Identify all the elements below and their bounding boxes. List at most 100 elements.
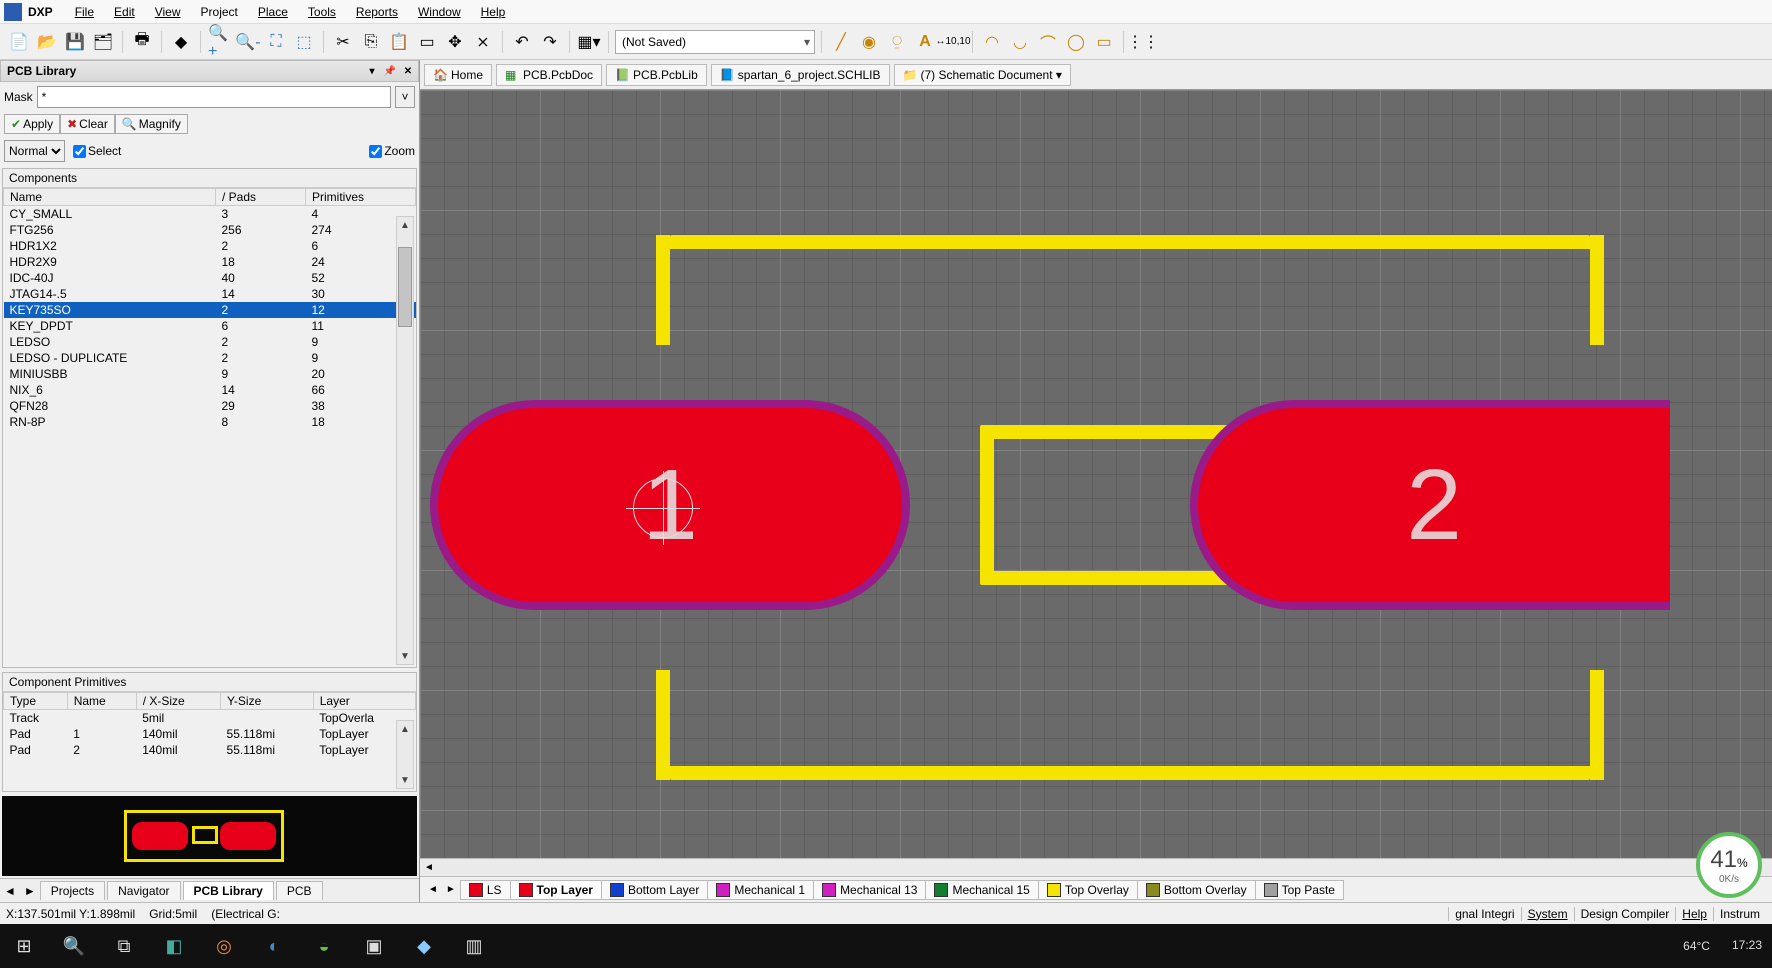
zoom-in-icon[interactable]: 🔍+ — [207, 29, 233, 55]
search-icon[interactable]: 🔍 — [60, 932, 88, 960]
taskbar-temperature[interactable]: 64°C — [1683, 939, 1710, 953]
place-dimension-icon[interactable]: ↔10,10 — [940, 29, 966, 55]
pad-1[interactable]: 1 — [430, 400, 910, 610]
layer-nav-left-icon[interactable]: ◄ — [424, 884, 442, 895]
mode-select[interactable]: Normal — [4, 140, 65, 162]
taskbar-app-1-icon[interactable]: ◧ — [160, 932, 188, 960]
table-row[interactable]: LEDSO - DUPLICATE29 — [4, 350, 416, 366]
cut-icon[interactable]: ✂ — [330, 29, 356, 55]
layer-tab[interactable]: Mechanical 15 — [925, 880, 1038, 900]
tab-home[interactable]: 🏠Home — [424, 64, 492, 86]
table-row[interactable]: Pad2140mil55.118miTopLayer — [4, 742, 416, 758]
network-speed-badge[interactable]: 41% 0K/s — [1696, 832, 1762, 898]
layer-tab[interactable]: LS — [460, 880, 511, 900]
status-help[interactable]: Help — [1675, 907, 1713, 921]
menu-reports[interactable]: Reports — [346, 3, 408, 21]
layer-tab[interactable]: Top Overlay — [1038, 880, 1138, 900]
mask-dropdown-icon[interactable]: ˅ — [395, 86, 415, 108]
table-row[interactable]: FTG256256274 — [4, 222, 416, 238]
status-instruments[interactable]: Instrum — [1713, 907, 1766, 921]
tab-schematic-docs[interactable]: 📁(7) Schematic Document ▾ — [894, 64, 1071, 86]
place-line-icon[interactable]: ╱ — [828, 29, 854, 55]
redo-icon[interactable]: ↷ — [537, 29, 563, 55]
table-row[interactable]: Track5milTopOverla — [4, 710, 416, 727]
components-table[interactable]: Name / Pads Primitives CY_SMALL34FTG2562… — [3, 188, 416, 667]
place-circle-icon[interactable]: ◯ — [1063, 29, 1089, 55]
zoom-window-icon[interactable]: ⬚ — [291, 29, 317, 55]
menu-edit[interactable]: Edit — [104, 3, 145, 21]
close-panel-icon[interactable]: ✕ — [400, 63, 416, 79]
layer-tab[interactable]: Bottom Overlay — [1137, 880, 1256, 900]
menu-view[interactable]: View — [145, 3, 191, 21]
menu-tools[interactable]: Tools — [298, 3, 346, 21]
clear-button[interactable]: ✖Clear — [60, 114, 115, 134]
tab-pcb-library[interactable]: PCB Library — [183, 881, 274, 900]
taskbar-clock[interactable]: 17:23 — [1732, 939, 1762, 952]
layer-nav-right-icon[interactable]: ► — [442, 884, 460, 895]
table-row[interactable]: LEDSO29 — [4, 334, 416, 350]
layer-tab[interactable]: Mechanical 1 — [707, 880, 814, 900]
undo-icon[interactable]: ↶ — [509, 29, 535, 55]
place-arc2-icon[interactable]: ◡ — [1007, 29, 1033, 55]
table-row[interactable]: RN-8P818 — [4, 414, 416, 430]
status-design-compiler[interactable]: Design Compiler — [1574, 907, 1676, 921]
zoom-fit-icon[interactable]: ⛶ — [263, 29, 289, 55]
tab-navigator[interactable]: Navigator — [107, 881, 180, 900]
table-row[interactable]: HDR1X226 — [4, 238, 416, 254]
table-row[interactable]: NIX_61466 — [4, 382, 416, 398]
taskbar-app-7-icon[interactable]: ▥ — [460, 932, 488, 960]
save-icon[interactable]: 💾 — [62, 29, 88, 55]
move-icon[interactable]: ✥ — [442, 29, 468, 55]
place-rect-icon[interactable]: ▭ — [1091, 29, 1117, 55]
tab-projects[interactable]: Projects — [40, 881, 105, 900]
pin-icon[interactable]: 📌 — [382, 63, 398, 79]
place-text-icon[interactable]: A — [912, 29, 938, 55]
tab-pcblib[interactable]: 📗PCB.PcbLib — [606, 64, 707, 86]
magnify-button[interactable]: 🔍Magnify — [115, 114, 188, 134]
start-icon[interactable]: ⊞ — [10, 932, 38, 960]
task-view-icon[interactable]: ⧉ — [110, 932, 138, 960]
place-arc1-icon[interactable]: ◠ — [979, 29, 1005, 55]
scroll-left-icon[interactable]: ◄ — [420, 859, 438, 876]
taskbar-app-6-icon[interactable]: ◆ — [410, 932, 438, 960]
table-row[interactable]: Pad1140mil55.118miTopLayer — [4, 726, 416, 742]
layers-icon[interactable]: ◆ — [168, 29, 194, 55]
deselect-icon[interactable]: ⨯ — [470, 29, 496, 55]
select-checkbox[interactable]: Select — [73, 144, 121, 158]
status-signal-integrity[interactable]: gnal Integri — [1448, 907, 1520, 921]
open-folder-icon[interactable]: 📂 — [34, 29, 60, 55]
table-row[interactable]: CY_SMALL34 — [4, 206, 416, 223]
menu-window[interactable]: Window — [408, 3, 471, 21]
menu-file[interactable]: File — [65, 3, 104, 21]
pcb-canvas[interactable]: 1 2 — [420, 90, 1772, 858]
tab-nav-left-icon[interactable]: ◄ — [0, 884, 20, 898]
components-scrollbar[interactable]: ▲ ▼ — [396, 216, 414, 665]
new-file-icon[interactable]: 📄 — [6, 29, 32, 55]
mask-input[interactable] — [37, 86, 391, 108]
taskbar-app-3-icon[interactable]: ◐ — [260, 932, 288, 960]
table-row[interactable]: KEY_DPDT611 — [4, 318, 416, 334]
layer-tab[interactable]: Bottom Layer — [601, 880, 708, 900]
paste-icon[interactable]: 📋 — [386, 29, 412, 55]
layer-tab[interactable]: Top Layer — [510, 880, 602, 900]
place-arc3-icon[interactable]: ⌒ — [1035, 29, 1061, 55]
canvas-h-scrollbar[interactable]: ◄ — [420, 858, 1772, 876]
table-row[interactable]: MINIUSBB920 — [4, 366, 416, 382]
tab-pcbdoc[interactable]: ▦PCB.PcbDoc — [496, 64, 602, 86]
print-icon[interactable]: 🖶 — [129, 29, 155, 55]
menu-place[interactable]: Place — [248, 3, 298, 21]
copy-icon[interactable]: ⎘ — [358, 29, 384, 55]
grid-icon[interactable]: ▦▾ — [576, 29, 602, 55]
status-system[interactable]: System — [1521, 907, 1574, 921]
snap-grid-combo[interactable]: (Not Saved) — [615, 30, 815, 54]
taskbar-app-2-icon[interactable]: ◎ — [210, 932, 238, 960]
tab-nav-right-icon[interactable]: ► — [20, 884, 40, 898]
menu-project[interactable]: Project — [191, 3, 248, 21]
scroll-up-icon[interactable]: ▲ — [397, 217, 413, 233]
scroll-down-icon[interactable]: ▼ — [397, 648, 413, 664]
table-row[interactable]: IDC-40J4052 — [4, 270, 416, 286]
select-rect-icon[interactable]: ▭ — [414, 29, 440, 55]
tab-pcb[interactable]: PCB — [276, 881, 323, 900]
menu-help[interactable]: Help — [471, 3, 516, 21]
table-row[interactable]: HDR2X91824 — [4, 254, 416, 270]
